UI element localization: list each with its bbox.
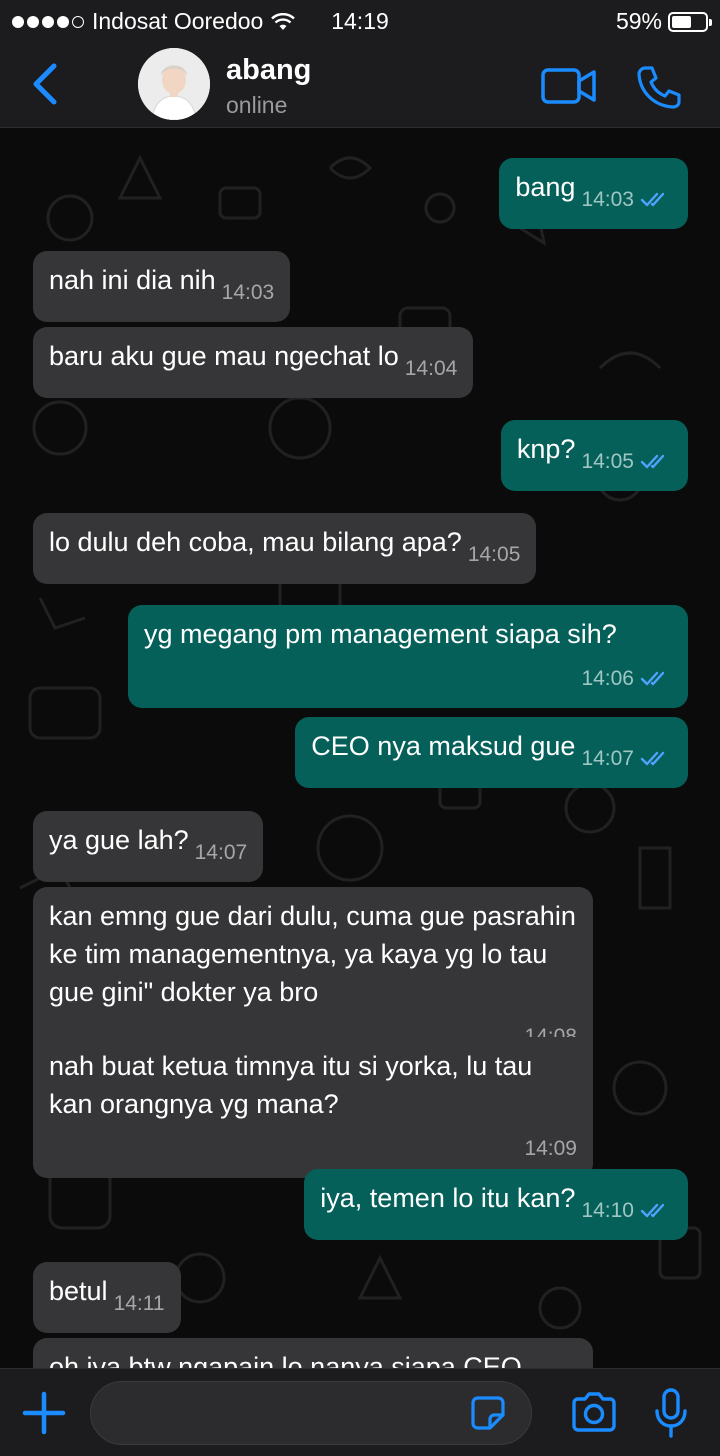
message-meta: 14:10	[575, 1189, 672, 1230]
message-text: betul	[49, 1276, 108, 1306]
avatar[interactable]	[138, 48, 210, 120]
message-meta: 14:04	[399, 347, 458, 388]
battery-icon	[668, 11, 712, 32]
battery-info: 59%	[615, 8, 712, 35]
status-bar: Indosat Ooredoo 14:19 59%	[0, 0, 720, 42]
message-meta: 14:09	[49, 1127, 577, 1168]
message-meta: 14:05	[462, 533, 521, 574]
message-text: bang	[515, 172, 576, 202]
outgoing-message[interactable]: iya, temen lo itu kan? 14:10	[304, 1169, 688, 1240]
message-text: kan emng gue dari dulu, cuma gue pasrahi…	[49, 901, 576, 1007]
read-receipt-icon	[640, 454, 665, 469]
battery-percent: 59%	[615, 8, 662, 34]
message-time: 14:03	[221, 281, 275, 304]
message-meta: 14:03	[575, 178, 672, 219]
message-meta: 14:07	[575, 737, 672, 778]
message-time: 14:03	[581, 188, 634, 211]
input-bar	[0, 1368, 720, 1456]
incoming-message[interactable]: nah ini dia nih 14:03	[33, 251, 291, 322]
plus-icon[interactable]	[22, 1391, 66, 1435]
message-time: 14:10	[581, 1199, 634, 1222]
message-time: 14:09	[524, 1137, 577, 1160]
contact-status: online	[226, 92, 288, 118]
chat-header: abang online	[0, 42, 720, 128]
message-time: 14:05	[581, 450, 634, 473]
message-time: 14:07	[581, 747, 634, 770]
outgoing-message[interactable]: CEO nya maksud gue 14:07	[295, 717, 688, 788]
video-camera-icon[interactable]	[540, 66, 598, 106]
message-input[interactable]	[90, 1381, 532, 1445]
message-text: yg megang pm management siapa sih?	[144, 619, 617, 649]
message-text: nah ini dia nih	[49, 265, 216, 295]
contact-name[interactable]: abang	[226, 54, 311, 87]
incoming-message[interactable]: ya gue lah? 14:07	[33, 811, 264, 882]
outgoing-message[interactable]: knp? 14:05	[500, 420, 688, 491]
status-time: 14:19	[331, 8, 389, 34]
outgoing-message[interactable]: yg megang pm management siapa sih? 14:06	[128, 605, 688, 708]
message-text: baru aku gue mau ngechat lo	[49, 341, 399, 371]
outgoing-message[interactable]: bang 14:03	[499, 158, 688, 229]
message-time: 14:06	[581, 667, 634, 690]
message-meta: 14:05	[575, 440, 672, 481]
incoming-message[interactable]: oh iya btw ngapain lo nanya siapa CEO	[33, 1338, 593, 1368]
message-meta: 14:07	[189, 831, 248, 872]
read-receipt-icon	[640, 192, 665, 207]
message-text: nah buat ketua timnya itu si yorka, lu t…	[49, 1051, 533, 1119]
camera-icon[interactable]	[570, 1391, 618, 1433]
chevron-left-icon[interactable]	[28, 62, 64, 106]
read-receipt-icon	[640, 1203, 665, 1218]
incoming-message[interactable]: lo dulu deh coba, mau bilang apa? 14:05	[33, 513, 537, 584]
message-time: 14:04	[404, 357, 458, 380]
message-meta: 14:11	[108, 1282, 165, 1323]
message-time: 14:07	[194, 841, 248, 864]
message-time: 14:05	[467, 543, 521, 566]
incoming-message[interactable]: baru aku gue mau ngechat lo 14:04	[33, 327, 474, 398]
phone-icon[interactable]	[636, 64, 682, 110]
incoming-message[interactable]: betul 14:11	[33, 1262, 181, 1333]
message-text: CEO nya maksud gue	[311, 731, 576, 761]
message-text: knp?	[516, 434, 576, 464]
message-meta: 14:06	[144, 657, 672, 698]
message-time: 14:11	[113, 1292, 165, 1315]
message-text: oh iya btw ngapain lo nanya siapa CEO	[49, 1352, 522, 1368]
message-text: ya gue lah?	[49, 825, 189, 855]
incoming-message[interactable]: nah buat ketua timnya itu si yorka, lu t…	[33, 1037, 593, 1178]
read-receipt-icon	[640, 751, 665, 766]
message-text: iya, temen lo itu kan?	[320, 1183, 576, 1213]
sticker-icon[interactable]	[470, 1395, 506, 1431]
message-text: lo dulu deh coba, mau bilang apa?	[49, 527, 462, 557]
message-meta: 14:03	[216, 271, 275, 312]
chat-area[interactable]: bang 14:03 nah ini dia nih 14:03 baru aku gu…	[0, 128, 720, 1368]
read-receipt-icon	[640, 671, 665, 686]
microphone-icon[interactable]	[654, 1387, 688, 1439]
